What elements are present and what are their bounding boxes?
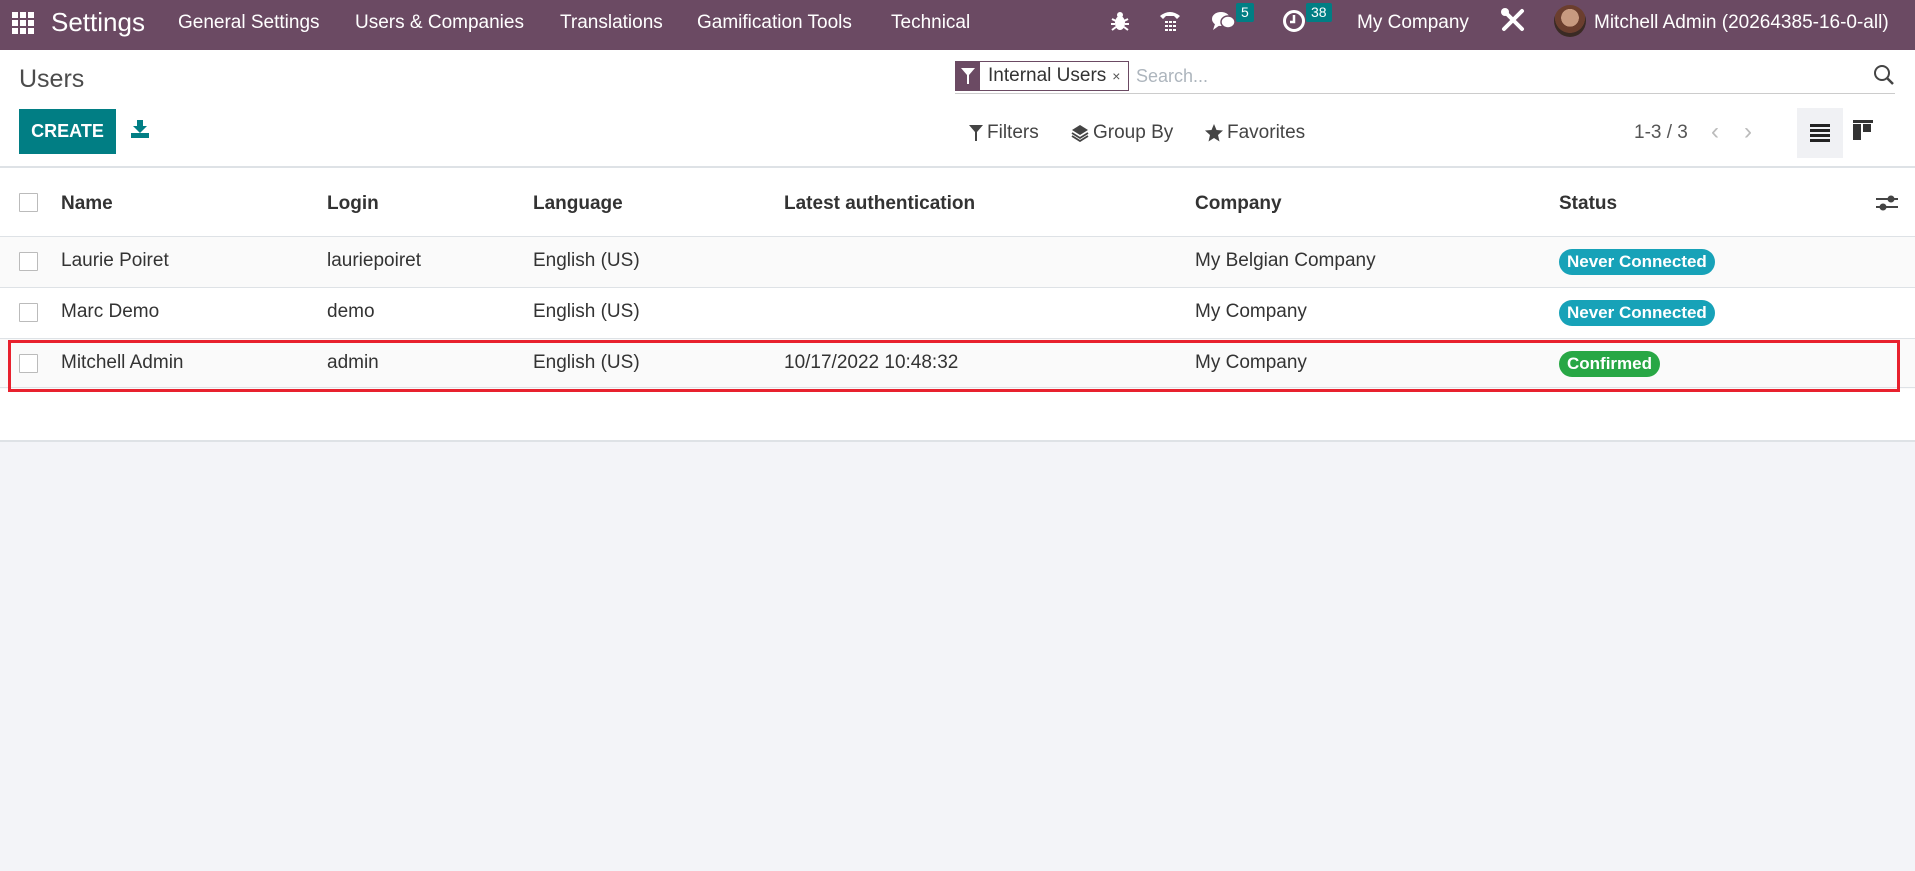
cell-login: admin [327,352,379,373]
cell-company: My Company [1195,352,1307,373]
table-row[interactable]: Marc Demo demo English (US) My Company N… [0,287,1915,338]
kanban-view-button[interactable] [1853,120,1873,146]
star-icon [1205,124,1223,142]
column-header-status[interactable]: Status [1559,193,1617,215]
search-bar: Internal Users × [955,61,1895,94]
pager-value[interactable]: 1-3 / 3 [1634,122,1688,144]
table-row[interactable]: Laurie Poiret lauriepoiret English (US) … [0,236,1915,287]
cell-company: My Company [1195,301,1307,322]
row-checkbox[interactable] [19,303,38,322]
column-header-name[interactable]: Name [61,193,113,215]
cell-login: demo [327,301,375,322]
cell-language: English (US) [533,250,640,271]
column-header-language[interactable]: Language [533,193,623,215]
favorites-button[interactable]: Favorites [1205,122,1305,144]
messages-icon[interactable] [1211,9,1237,39]
menu-users-companies[interactable]: Users & Companies [355,12,524,34]
user-menu[interactable]: Mitchell Admin (20264385-16-0-all) [1594,12,1889,34]
list-view-button[interactable] [1797,108,1843,158]
facet-label: Internal Users [988,65,1107,86]
search-input[interactable] [1136,63,1816,89]
company-switcher[interactable]: My Company [1357,12,1469,34]
page-title: Users [19,65,85,93]
layers-icon [1071,125,1089,142]
status-badge: Never Connected [1559,300,1715,326]
filter-facet-icon [956,61,980,91]
group-by-button[interactable]: Group By [1071,122,1173,144]
tools-icon[interactable] [1500,7,1526,39]
cell-language: English (US) [533,301,640,322]
search-facet: Internal Users × [955,61,1130,91]
list-view-icon [1810,124,1830,142]
cell-name: Laurie Poiret [61,250,169,271]
kanban-view-icon [1853,120,1873,140]
select-all-checkbox[interactable] [19,193,38,212]
column-header-latest-authentication[interactable]: Latest authentication [784,193,975,215]
control-panel: Users CREATE Internal Users × Filters Gr… [0,50,1915,168]
table-bottom-divider [0,387,1915,388]
menu-general-settings[interactable]: General Settings [178,12,320,34]
menu-technical[interactable]: Technical [891,12,970,34]
search-icon[interactable] [1873,64,1895,92]
debug-bug-icon[interactable] [1110,10,1130,38]
cell-language: English (US) [533,352,640,373]
filters-button[interactable]: Filters [969,122,1039,144]
facet-remove-icon[interactable]: × [1112,68,1128,84]
activities-clock-icon[interactable] [1282,9,1306,39]
download-icon[interactable] [130,119,150,145]
menu-gamification-tools[interactable]: Gamification Tools [697,12,852,34]
top-navbar: Settings General Settings Users & Compan… [0,0,1915,50]
cell-login: lauriepoiret [327,250,421,271]
apps-menu-icon[interactable] [12,12,34,34]
column-header-company[interactable]: Company [1195,193,1282,215]
users-list-table: Name Login Language Latest authenticatio… [0,168,1915,442]
cell-company: My Belgian Company [1195,250,1376,271]
activities-count-badge: 38 [1306,3,1332,22]
cell-name: Marc Demo [61,301,160,322]
phone-icon[interactable] [1158,8,1182,40]
menu-translations[interactable]: Translations [560,12,663,34]
filter-icon [969,125,983,141]
table-row[interactable]: Mitchell Admin admin English (US) 10/17/… [0,338,1915,389]
pager-next-button[interactable]: › [1744,118,1752,146]
cell-latest-authentication: 10/17/2022 10:48:32 [784,352,959,373]
pager-previous-button[interactable]: ‹ [1711,118,1719,146]
app-title[interactable]: Settings [51,7,145,38]
optional-columns-toggle-icon[interactable] [1876,194,1898,218]
favorites-label: Favorites [1227,122,1306,143]
column-header-login[interactable]: Login [327,193,379,215]
messages-count-badge: 5 [1236,3,1254,22]
status-badge: Never Connected [1559,249,1715,275]
row-checkbox[interactable] [19,354,38,373]
filters-label: Filters [987,122,1039,143]
cell-name: Mitchell Admin [61,352,184,373]
row-checkbox[interactable] [19,252,38,271]
create-button[interactable]: CREATE [19,109,116,154]
user-avatar[interactable] [1554,5,1586,37]
status-badge: Confirmed [1559,351,1660,377]
group-by-label: Group By [1093,122,1174,143]
